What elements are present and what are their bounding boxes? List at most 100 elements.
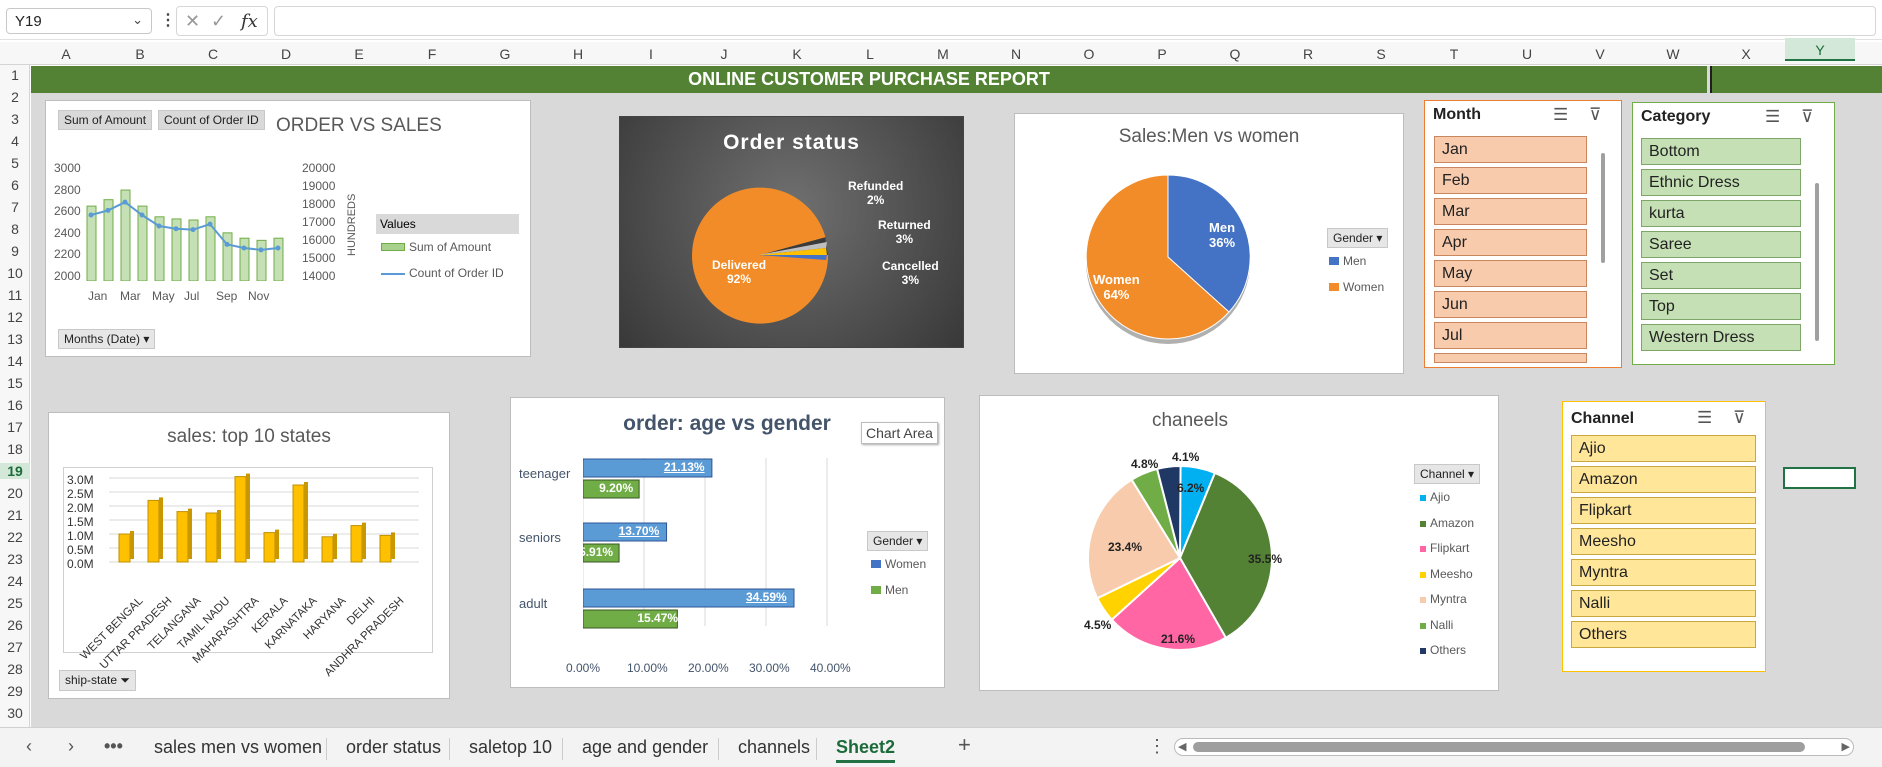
enter-icon[interactable]: ✓ xyxy=(211,11,226,32)
row-header[interactable]: 19 xyxy=(0,463,30,479)
slicer-item[interactable]: Ethnic Dress xyxy=(1641,169,1801,196)
slicer-item[interactable]: Nalli xyxy=(1571,590,1756,617)
row-header[interactable]: 12 xyxy=(0,309,30,325)
row-header[interactable]: 1 xyxy=(0,67,30,83)
column-header[interactable]: V xyxy=(1595,46,1604,62)
column-header[interactable]: M xyxy=(937,46,949,62)
column-header[interactable]: N xyxy=(1011,46,1021,62)
column-header[interactable]: H xyxy=(573,46,583,62)
multi-select-icon[interactable]: ☰ xyxy=(1697,408,1712,428)
column-header[interactable]: T xyxy=(1450,46,1459,62)
slicer-item[interactable]: Feb xyxy=(1434,167,1587,194)
slicer-item[interactable]: Jun xyxy=(1434,291,1587,318)
column-header[interactable]: K xyxy=(792,46,801,62)
slicer-item[interactable]: Mar xyxy=(1434,198,1587,225)
slicer-item[interactable]: May xyxy=(1434,260,1587,287)
multi-select-icon[interactable]: ☰ xyxy=(1765,107,1780,127)
row-header[interactable]: 15 xyxy=(0,375,30,391)
slicer-item[interactable]: Jul xyxy=(1434,322,1587,349)
row-header[interactable]: 11 xyxy=(0,287,30,303)
column-header[interactable]: X xyxy=(1741,46,1750,62)
prev-sheet-icon[interactable]: ‹ xyxy=(26,736,32,757)
order-vs-sales-chart[interactable]: Sum of Amount Count of Order ID ORDER VS… xyxy=(45,100,531,357)
slicer-item[interactable]: Others xyxy=(1571,621,1756,648)
column-header[interactable]: B xyxy=(135,46,144,62)
add-sheet-icon[interactable]: + xyxy=(958,732,971,758)
column-header[interactable]: G xyxy=(500,46,511,62)
order-status-chart[interactable]: Order status Delivered 92% Refunded 2% Ret… xyxy=(619,116,964,348)
slicer-item[interactable]: Saree xyxy=(1641,231,1801,258)
channel-filter-button[interactable]: Channel ▾ xyxy=(1414,464,1481,484)
slicer-item[interactable]: Amazon xyxy=(1571,466,1756,493)
row-header[interactable]: 3 xyxy=(0,111,30,127)
gender-filter-button[interactable]: Gender ▾ xyxy=(867,531,929,551)
formula-input[interactable] xyxy=(274,6,1876,36)
slicer-item[interactable]: Flipkart xyxy=(1571,497,1756,524)
row-header[interactable]: 29 xyxy=(0,683,30,699)
column-header[interactable]: Q xyxy=(1230,46,1241,62)
sheet-tab[interactable]: sales men vs women xyxy=(154,737,322,758)
slicer-item[interactable]: Jan xyxy=(1434,136,1587,163)
row-header[interactable]: 2 xyxy=(0,89,30,105)
column-header[interactable]: I xyxy=(649,46,653,62)
row-header[interactable]: 22 xyxy=(0,529,30,545)
column-header[interactable]: S xyxy=(1376,46,1385,62)
row-header[interactable]: 18 xyxy=(0,441,30,457)
row-header[interactable]: 10 xyxy=(0,265,30,281)
more-options-icon[interactable]: ⋮ xyxy=(160,10,176,30)
field-button-count-order[interactable]: Count of Order ID xyxy=(158,110,265,130)
clear-filter-icon[interactable]: ⊽ xyxy=(1733,408,1745,428)
scrollbar-thumb[interactable] xyxy=(1193,742,1805,752)
field-button-sum-amount[interactable]: Sum of Amount xyxy=(58,110,153,130)
row-header[interactable]: 4 xyxy=(0,133,30,149)
sheet-tab[interactable]: saletop 10 xyxy=(469,737,552,758)
sheet-tab[interactable]: age and gender xyxy=(582,737,708,758)
row-header[interactable]: 25 xyxy=(0,595,30,611)
cancel-icon[interactable]: ✕ xyxy=(185,11,200,32)
slicer-item[interactable]: Bottom xyxy=(1641,138,1801,165)
row-header[interactable]: 9 xyxy=(0,243,30,259)
column-header[interactable]: Y xyxy=(1785,38,1855,61)
clear-filter-icon[interactable]: ⊽ xyxy=(1589,105,1601,125)
row-header[interactable]: 27 xyxy=(0,639,30,655)
more-sheets-icon[interactable]: ••• xyxy=(104,736,123,757)
row-header[interactable]: 30 xyxy=(0,705,30,721)
column-header[interactable]: P xyxy=(1157,46,1166,62)
column-header[interactable]: O xyxy=(1084,46,1095,62)
age-gender-chart[interactable]: order: age vs gender Chart Area Gender ▾… xyxy=(510,397,945,688)
column-header[interactable]: R xyxy=(1303,46,1313,62)
row-header[interactable]: 14 xyxy=(0,353,30,369)
horizontal-scrollbar[interactable]: ◀ ▶ xyxy=(1174,738,1854,756)
slicer-item[interactable]: kurta xyxy=(1641,200,1801,227)
column-header[interactable]: U xyxy=(1522,46,1532,62)
months-date-button[interactable]: Months (Date) ▾ xyxy=(58,329,156,349)
column-header[interactable]: L xyxy=(866,46,874,62)
insert-function-icon[interactable]: fx xyxy=(241,11,258,32)
column-header[interactable]: C xyxy=(208,46,218,62)
slicer-scrollbar[interactable] xyxy=(1815,183,1819,341)
name-box[interactable]: Y19 ⌄ xyxy=(6,8,152,34)
row-header[interactable]: 26 xyxy=(0,617,30,633)
slicer-item-partial[interactable] xyxy=(1434,353,1587,363)
tab-options-icon[interactable]: ⋮ xyxy=(1148,736,1166,757)
channels-chart[interactable]: chaneels Channel ▾ 6.2% 35.5% 21.6% 4.5% 23.… xyxy=(979,395,1499,691)
column-header[interactable]: A xyxy=(61,46,70,62)
row-header[interactable]: 13 xyxy=(0,331,30,347)
slicer-item[interactable]: Meesho xyxy=(1571,528,1756,555)
slicer-item[interactable]: Myntra xyxy=(1571,559,1756,586)
slicer-item[interactable]: Set xyxy=(1641,262,1801,289)
slicer-scrollbar[interactable] xyxy=(1601,153,1605,263)
slicer-item[interactable]: Apr xyxy=(1434,229,1587,256)
slicer-item[interactable]: Western Dress xyxy=(1641,324,1801,351)
column-header[interactable]: D xyxy=(281,46,291,62)
column-header[interactable]: F xyxy=(428,46,437,62)
sheet-tab[interactable]: order status xyxy=(346,737,441,758)
column-header[interactable]: J xyxy=(721,46,728,62)
row-header[interactable]: 16 xyxy=(0,397,30,413)
row-header[interactable]: 7 xyxy=(0,199,30,215)
sales-men-women-chart[interactable]: Sales:Men vs women Men 36% Women 64% Gende… xyxy=(1014,113,1404,374)
scroll-right-icon[interactable]: ▶ xyxy=(1842,740,1850,753)
sheet-tab[interactable]: Sheet2 xyxy=(836,737,896,763)
row-header[interactable]: 6 xyxy=(0,177,30,193)
row-header[interactable]: 28 xyxy=(0,661,30,677)
